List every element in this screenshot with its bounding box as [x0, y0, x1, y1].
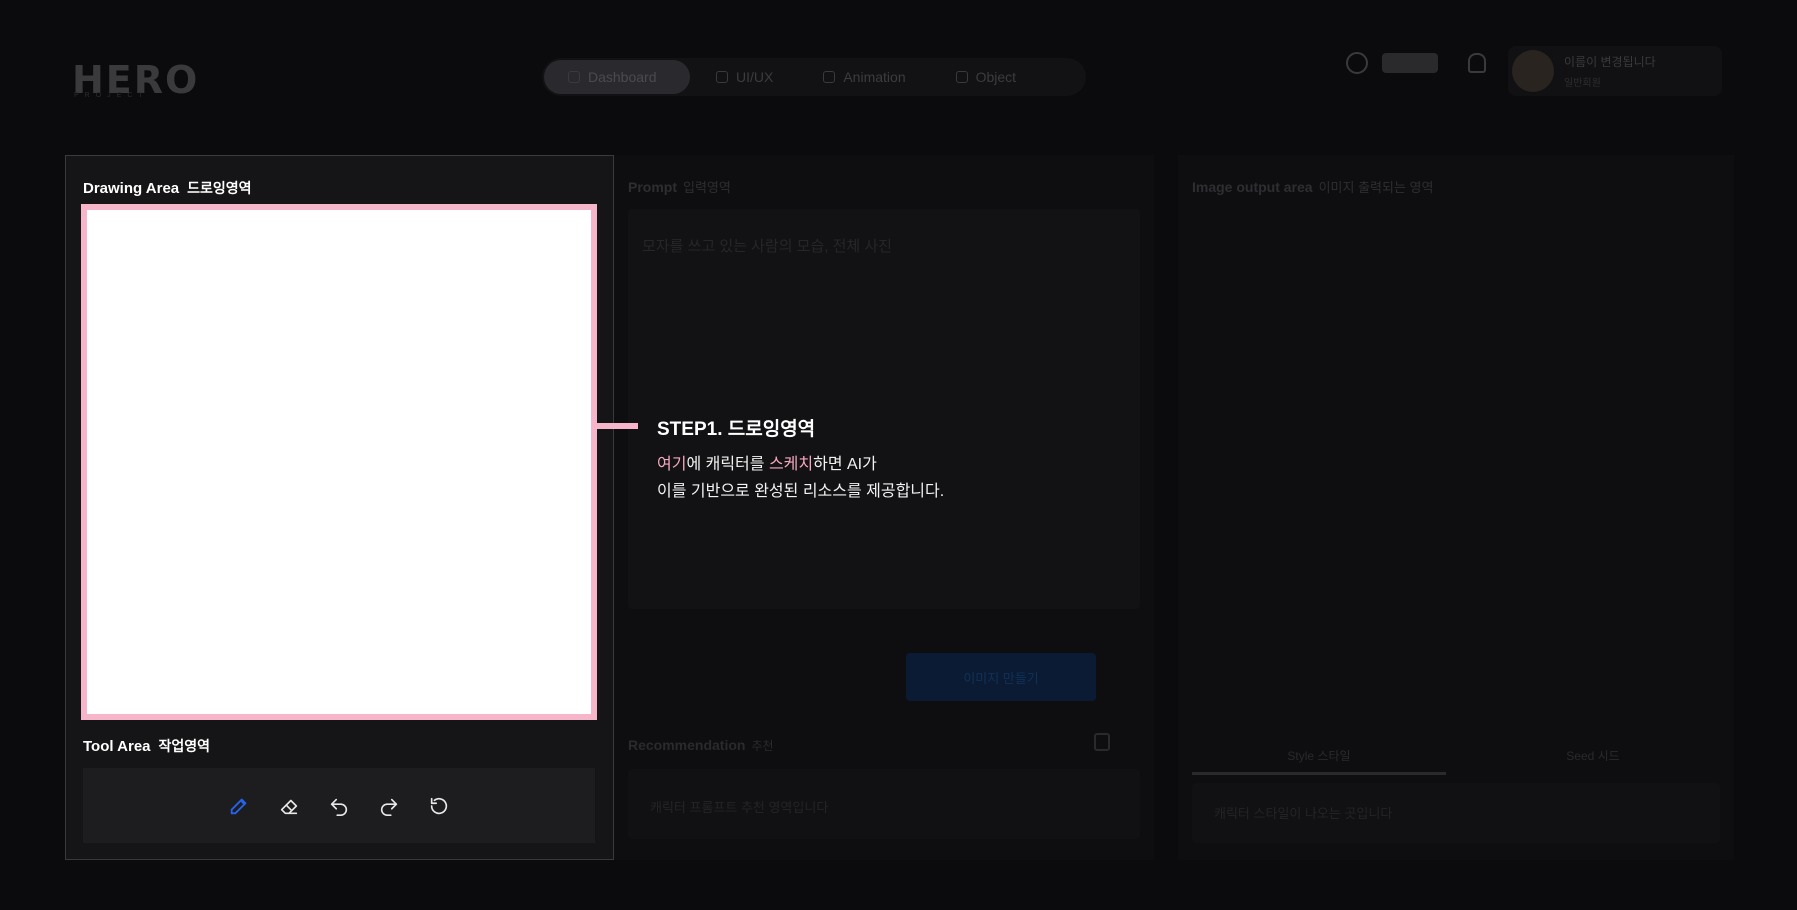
- eraser-icon: [280, 799, 298, 814]
- drawing-area-title: Drawing Area 드로잉영역: [83, 178, 252, 198]
- prompt-panel: Prompt 입력영역 모자를 쓰고 있는 사람의 모습, 전체 사진 이미지 만…: [614, 155, 1154, 860]
- undo-icon: [330, 798, 348, 816]
- output-title-ko: 이미지 출력되는 영역: [1318, 180, 1434, 195]
- header: HERO PROJECT Dashboard UI/UX Animation O…: [0, 40, 1797, 110]
- style-text: 캐릭터 스타일이 나오는 곳입니다: [1214, 806, 1393, 821]
- step-line-1: 여기에 캐릭터를 스케치하면 AI가: [657, 451, 944, 478]
- header-actions: [1346, 52, 1486, 74]
- dashboard-icon: [568, 71, 580, 83]
- prompt-title: Prompt 입력영역: [628, 177, 731, 196]
- avatar: [1512, 50, 1554, 92]
- pencil-tool-button[interactable]: [223, 790, 255, 822]
- credit-badge: [1382, 53, 1438, 73]
- prompt-title-ko: 입력영역: [683, 180, 731, 195]
- output-title: Image output area 이미지 출력되는 영역: [1192, 177, 1433, 196]
- recommendation-title: Recommendation 추천: [628, 737, 774, 754]
- eraser-tool-button[interactable]: [273, 790, 305, 822]
- logo-subtitle: PROJECT: [74, 92, 149, 99]
- output-tabs: Style 스타일 Seed 시드: [1192, 735, 1720, 775]
- tab-style[interactable]: Style 스타일: [1192, 735, 1446, 775]
- output-title-en: Image output area: [1192, 179, 1313, 195]
- pencil-icon: [230, 798, 247, 814]
- step-text-b: 하면 AI가: [813, 456, 877, 473]
- recommendation-title-en: Recommendation: [628, 737, 746, 753]
- step-line-2: 이를 기반으로 완성된 리소스를 제공합니다.: [657, 483, 945, 500]
- profile-name: 이름이 변경됩니다: [1564, 55, 1656, 69]
- step-description: 여기에 캐릭터를 스케치하면 AI가 이를 기반으로 완성된 리소스를 제공합니…: [657, 451, 944, 505]
- object-icon: [955, 71, 968, 83]
- profile-role: 일반회원: [1564, 78, 1601, 89]
- redo-icon: [380, 798, 398, 816]
- step-text-a: 에 캐릭터를: [686, 456, 769, 473]
- prompt-title-en: Prompt: [628, 179, 677, 195]
- recommendation-text: 캐릭터 프롬프트 추천 영역입니다: [650, 800, 829, 815]
- undo-button[interactable]: [323, 790, 355, 822]
- uiux-icon: [716, 71, 728, 83]
- image-output-area: [1192, 209, 1720, 729]
- nav-dashboard[interactable]: Dashboard: [544, 60, 690, 94]
- nav-animation[interactable]: Animation: [799, 60, 929, 94]
- tool-title-ko: 작업영역: [158, 738, 211, 754]
- recommendation-title-ko: 추천: [751, 739, 774, 753]
- copy-icon[interactable]: [1094, 733, 1110, 751]
- drawing-title-ko: 드로잉영역: [187, 180, 252, 196]
- step-title: STEP1. 드로잉영역: [657, 419, 816, 440]
- prompt-input[interactable]: [628, 209, 1140, 609]
- tool-area-title: Tool Area 작업영역: [83, 736, 210, 756]
- nav-label: Object: [975, 69, 1017, 85]
- info-icon[interactable]: [1346, 52, 1368, 74]
- callout-connector: [596, 423, 638, 429]
- drawing-title-en: Drawing Area: [83, 180, 180, 197]
- animation-icon: [823, 71, 836, 83]
- nav-label: Animation: [843, 69, 906, 85]
- main-nav: Dashboard UI/UX Animation Object: [542, 58, 1086, 96]
- generate-image-button[interactable]: 이미지 만들기: [906, 653, 1096, 701]
- highlight-sketch: 스케치: [768, 456, 814, 473]
- tool-bar: [83, 768, 595, 843]
- highlight-here: 여기: [657, 456, 687, 473]
- tool-title-en: Tool Area: [83, 738, 151, 755]
- prompt-placeholder: 모자를 쓰고 있는 사람의 모습, 전체 사진: [642, 238, 892, 255]
- drawing-panel: Drawing Area 드로잉영역 Tool Area 작업영역: [65, 155, 614, 860]
- bell-icon[interactable]: [1468, 53, 1486, 73]
- nav-label: UI/UX: [736, 69, 774, 85]
- output-panel: Image output area 이미지 출력되는 영역 Style 스타일 S…: [1178, 155, 1734, 860]
- profile-card[interactable]: 이름이 변경됩니다 일반회원: [1508, 46, 1722, 96]
- redo-button[interactable]: [373, 790, 405, 822]
- drawing-canvas[interactable]: [81, 204, 597, 720]
- nav-label: Dashboard: [588, 69, 657, 85]
- nav-object[interactable]: Object: [932, 60, 1040, 94]
- reset-icon: [430, 797, 448, 814]
- nav-uiux[interactable]: UI/UX: [692, 60, 797, 94]
- reset-button[interactable]: [423, 790, 455, 822]
- tab-seed[interactable]: Seed 시드: [1466, 735, 1720, 775]
